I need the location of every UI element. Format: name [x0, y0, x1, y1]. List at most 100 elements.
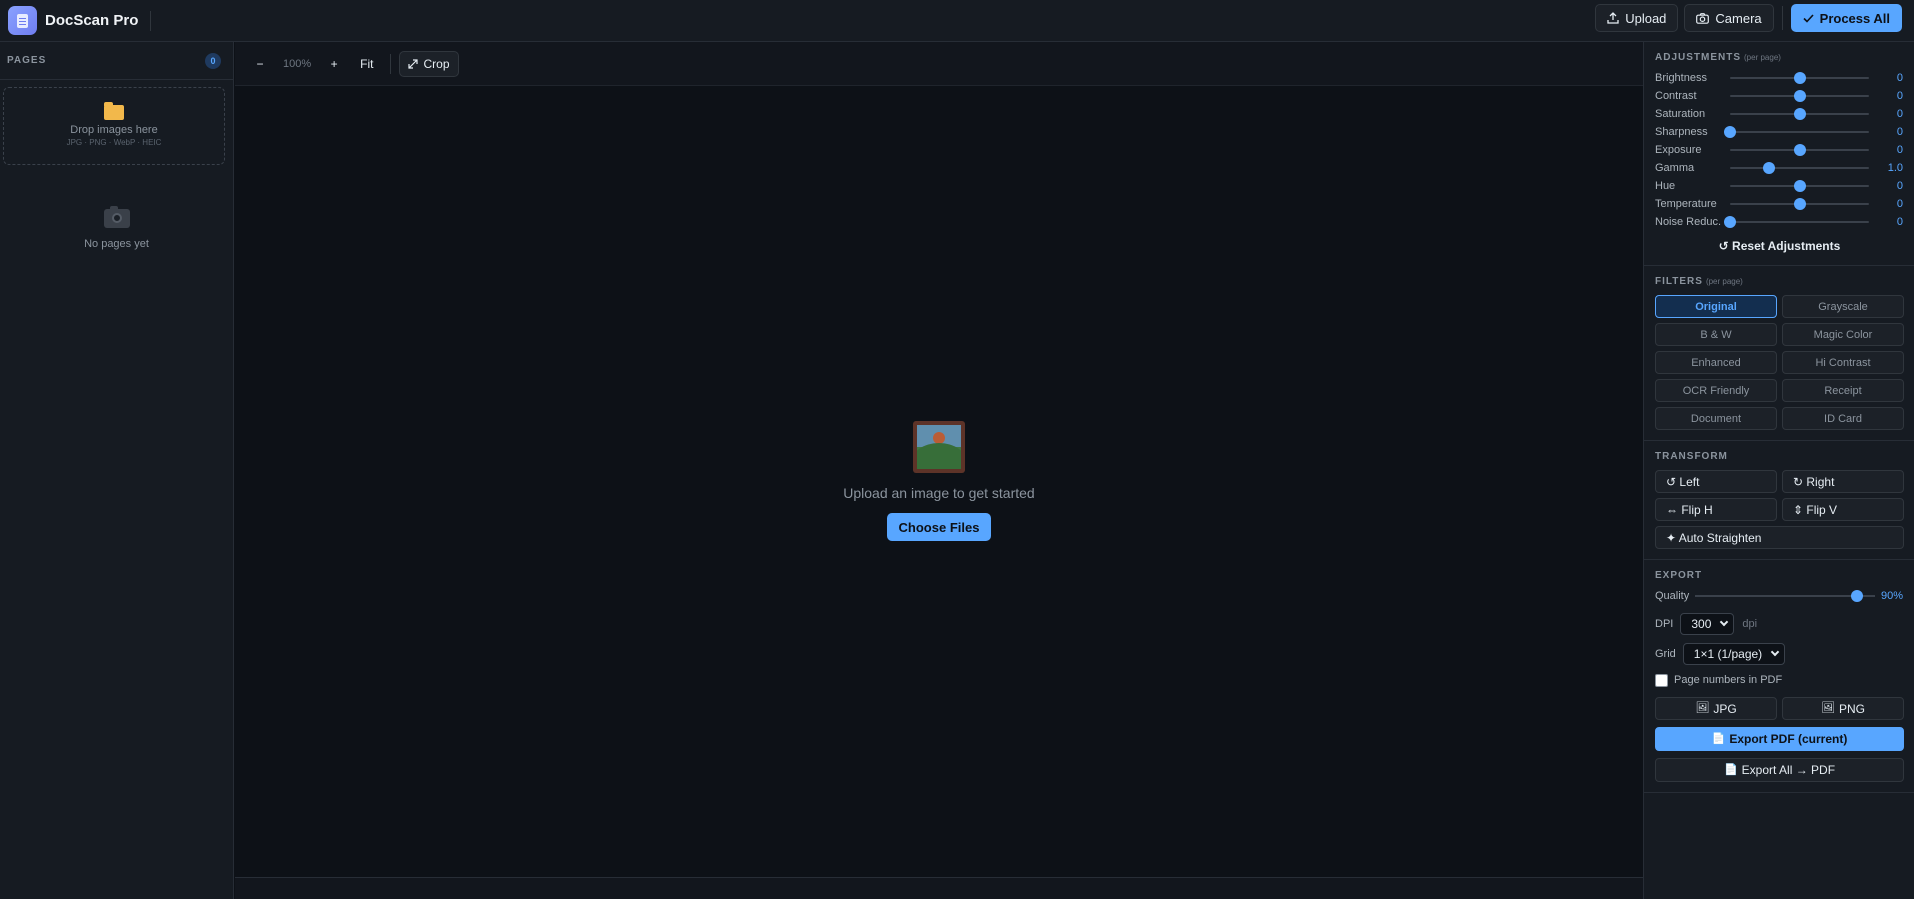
- adjustment-row: Sharpness 0: [1655, 123, 1904, 141]
- rotate-right-button[interactable]: ↻ Right: [1782, 470, 1904, 493]
- adjustment-value: 1.0: [1887, 162, 1903, 174]
- app-logo-icon: [8, 6, 37, 35]
- image-icon: 🖼: [1821, 702, 1835, 714]
- adjustment-value: 0: [1896, 126, 1903, 138]
- flip-vertical-button[interactable]: ⇕ Flip V: [1782, 498, 1904, 521]
- pages-sidebar: PAGES 0 Drop images here JPG · PNG · Web…: [0, 42, 234, 899]
- filter-enhanced-button[interactable]: Enhanced: [1655, 351, 1777, 374]
- status-bar: [235, 877, 1643, 899]
- zoom-in-button[interactable]: +: [321, 51, 347, 77]
- filter-document-button[interactable]: Document: [1655, 407, 1777, 430]
- reset-adjustments-button[interactable]: ↺ Reset Adjustments: [1655, 239, 1904, 255]
- rotate-left-button[interactable]: ↺ Left: [1655, 470, 1777, 493]
- quality-slider[interactable]: [1695, 589, 1875, 603]
- filter-magic-color-button[interactable]: Magic Color: [1782, 323, 1904, 346]
- export-pdf-current-button[interactable]: 📄 Export PDF (current): [1655, 727, 1904, 751]
- adjustment-slider-thumb[interactable]: [1793, 90, 1806, 102]
- adjustment-slider[interactable]: [1730, 71, 1869, 85]
- grid-select[interactable]: 1×1 (1/page): [1682, 643, 1786, 665]
- chevron-down-icon: [1770, 647, 1780, 657]
- process-all-label: Process All: [1819, 10, 1890, 26]
- adjustments-section: ADJUSTMENTS (per page) Brightness 0 Contras…: [1644, 42, 1914, 266]
- export-jpg-label: JPG: [1713, 701, 1737, 716]
- upload-label: Upload: [1625, 10, 1667, 26]
- choose-files-button[interactable]: Choose Files: [886, 513, 992, 541]
- adjustments-title: ADJUSTMENTS (per page): [1655, 52, 1904, 63]
- folder-icon: [104, 102, 124, 120]
- auto-straighten-button[interactable]: ✦ Auto Straighten: [1655, 526, 1904, 549]
- adjustment-slider[interactable]: [1730, 89, 1869, 103]
- upload-button[interactable]: Upload: [1595, 4, 1679, 32]
- adjustment-slider[interactable]: [1730, 143, 1869, 157]
- filters-title-text: FILTERS: [1655, 276, 1703, 287]
- document-icon: 📄: [1711, 732, 1726, 745]
- adjustment-value: 0: [1896, 216, 1903, 228]
- filter-id-card-button[interactable]: ID Card: [1782, 407, 1904, 430]
- camera-placeholder-icon: [103, 206, 130, 228]
- grid-label: Grid: [1655, 648, 1676, 660]
- filter-grayscale-button[interactable]: Grayscale: [1782, 295, 1904, 318]
- adjustment-slider[interactable]: [1730, 197, 1869, 211]
- adjustment-label: Gamma: [1655, 162, 1695, 174]
- flip-horizontal-button[interactable]: ⇔ Flip H: [1655, 498, 1777, 521]
- adjustment-label: Sharpness: [1655, 126, 1708, 138]
- canvas-empty-text: Upload an image to get started: [843, 485, 1035, 501]
- adjustment-value: 0: [1896, 72, 1903, 84]
- export-format-grid: 🖼 JPG 🖼 PNG: [1655, 697, 1904, 720]
- adjustment-value: 0: [1896, 180, 1903, 192]
- adjustment-slider[interactable]: [1730, 179, 1869, 193]
- adjustment-label: Noise Reduc.: [1655, 216, 1722, 228]
- filter-hi-contrast-button[interactable]: Hi Contrast: [1782, 351, 1904, 374]
- adjustment-slider[interactable]: [1724, 215, 1869, 229]
- grid-select-value: 1×1 (1/page): [1693, 647, 1763, 661]
- adjustment-slider-thumb[interactable]: [1793, 180, 1806, 192]
- image-icon: 🖼: [1695, 702, 1710, 714]
- process-all-button[interactable]: Process All: [1790, 4, 1902, 32]
- adjustment-slider-thumb[interactable]: [1793, 144, 1806, 156]
- adjustment-row: Noise Reduc. 0: [1655, 213, 1904, 231]
- drop-zone[interactable]: Drop images here JPG · PNG · WebP · HEIC: [3, 87, 225, 165]
- canvas-area: − 100% + Fit Crop Upload an image to get…: [235, 42, 1643, 899]
- adjustment-slider[interactable]: [1730, 107, 1869, 121]
- adjustment-row: Exposure 0: [1655, 141, 1904, 159]
- adjustment-slider-thumb[interactable]: [1793, 198, 1806, 210]
- export-all-pdf-button[interactable]: 📄 Export All → PDF: [1655, 758, 1904, 782]
- dpi-label: DPI: [1655, 618, 1674, 630]
- crop-label: Crop: [423, 56, 450, 71]
- filters-note: (per page): [1705, 277, 1743, 286]
- adjustment-slider-thumb[interactable]: [1724, 126, 1736, 138]
- drop-zone-formats: JPG · PNG · WebP · HEIC: [66, 138, 162, 147]
- adjustment-label: Temperature: [1655, 198, 1717, 210]
- adjustment-row: Contrast 0: [1655, 87, 1904, 105]
- export-jpg-button[interactable]: 🖼 JPG: [1655, 697, 1777, 720]
- adjustments-title-text: ADJUSTMENTS: [1655, 52, 1742, 63]
- quality-slider-thumb[interactable]: [1851, 590, 1863, 602]
- adjustment-value: 0: [1896, 144, 1903, 156]
- canvas-empty-state: Upload an image to get started Choose Fi…: [235, 86, 1643, 876]
- adjustment-slider[interactable]: [1724, 125, 1869, 139]
- dpi-row: DPI 300 dpi: [1655, 613, 1904, 635]
- adjustment-slider-thumb[interactable]: [1724, 216, 1736, 228]
- app-title: DocScan Pro: [45, 12, 139, 29]
- crop-button[interactable]: Crop: [399, 50, 459, 77]
- page-numbers-label: Page numbers in PDF: [1674, 674, 1783, 686]
- export-png-button[interactable]: 🖼 PNG: [1782, 697, 1904, 720]
- zoom-out-button[interactable]: −: [247, 51, 273, 77]
- camera-button[interactable]: Camera: [1684, 4, 1774, 32]
- page-numbers-checkbox[interactable]: [1655, 673, 1668, 687]
- adjustment-slider-thumb[interactable]: [1762, 162, 1775, 174]
- camera-icon: [1696, 12, 1710, 24]
- filter-original-button[interactable]: Original: [1655, 295, 1777, 318]
- export-title: EXPORT: [1655, 570, 1703, 581]
- adjustment-slider-thumb[interactable]: [1793, 72, 1806, 84]
- header-actions: Upload Camera Process All: [1595, 4, 1902, 32]
- adjustment-slider[interactable]: [1730, 161, 1869, 175]
- filter-b-w-button[interactable]: B & W: [1655, 323, 1777, 346]
- fit-button[interactable]: Fit: [351, 51, 382, 77]
- filter-receipt-button[interactable]: Receipt: [1782, 379, 1904, 402]
- adjustment-slider-thumb[interactable]: [1793, 108, 1806, 120]
- dpi-select[interactable]: 300: [1680, 613, 1735, 635]
- transform-section: TRANSFORM ↺ Left ↻ Right ⇔ Flip H ⇕ Flip…: [1644, 441, 1914, 560]
- export-all-pdf-label: Export All → PDF: [1741, 763, 1836, 777]
- filter-ocr-friendly-button[interactable]: OCR Friendly: [1655, 379, 1777, 402]
